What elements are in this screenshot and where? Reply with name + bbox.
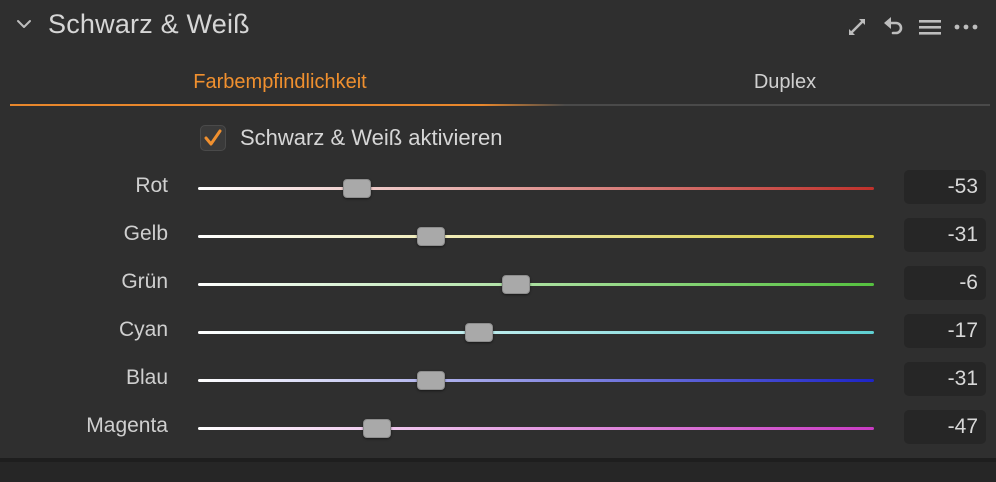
slider-thumb[interactable] xyxy=(501,275,530,294)
slider-track[interactable] xyxy=(198,187,874,190)
slider-value-field[interactable]: -31 xyxy=(904,218,986,252)
enable-bw-row: Schwarz & Weiß aktivieren xyxy=(200,122,502,154)
tab-active-indicator xyxy=(10,104,565,106)
slider-value-field[interactable]: -53 xyxy=(904,170,986,204)
slider-thumb[interactable] xyxy=(464,323,493,342)
slider-value-field[interactable]: -47 xyxy=(904,410,986,444)
enable-bw-label: Schwarz & Weiß aktivieren xyxy=(240,125,503,150)
slider-track[interactable] xyxy=(198,235,874,238)
slider-value-field[interactable]: -6 xyxy=(904,266,986,300)
slider-row-red: Rot -53 xyxy=(0,170,996,206)
tab-bar: Farbempfindlichkeit Duplex xyxy=(10,60,990,106)
enable-bw-checkbox[interactable] xyxy=(200,125,226,151)
slider-label: Blau xyxy=(125,366,168,389)
slider-row-magenta: Magenta -47 xyxy=(0,410,996,446)
slider-thumb[interactable] xyxy=(417,371,446,390)
slider-thumb[interactable] xyxy=(363,419,392,438)
slider-value-field[interactable]: -17 xyxy=(904,314,986,348)
slider-label: Rot xyxy=(135,174,168,197)
slider-label: Cyan xyxy=(118,318,168,341)
slider-track[interactable] xyxy=(198,283,874,286)
more-icon[interactable] xyxy=(953,14,979,40)
expand-icon[interactable] xyxy=(844,14,870,40)
slider-row-cyan: Cyan -17 xyxy=(0,314,996,350)
tab-farbempfindlichkeit[interactable]: Farbempfindlichkeit xyxy=(10,60,550,104)
slider-thumb[interactable] xyxy=(417,227,446,246)
slider-label: Magenta xyxy=(86,414,168,437)
slider-track[interactable] xyxy=(198,331,874,334)
slider-track[interactable] xyxy=(198,427,874,430)
slider-row-green: Grün -6 xyxy=(0,266,996,302)
slider-track[interactable] xyxy=(198,379,874,382)
panel-bottom-divider xyxy=(0,458,996,482)
slider-thumb[interactable] xyxy=(342,179,371,198)
slider-label: Gelb xyxy=(123,222,168,245)
panel-header: Schwarz & Weiß xyxy=(0,0,996,54)
reset-icon[interactable] xyxy=(880,14,906,40)
slider-row-yellow: Gelb -31 xyxy=(0,218,996,254)
black-white-panel: Schwarz & Weiß Farbempfindlichkeit Duple… xyxy=(0,0,996,458)
slider-row-blue: Blau -31 xyxy=(0,362,996,398)
slider-label: Grün xyxy=(121,270,168,293)
panel-title: Schwarz & Weiß xyxy=(48,9,250,39)
menu-icon[interactable] xyxy=(917,14,943,40)
tab-duplex[interactable]: Duplex xyxy=(550,60,996,104)
slider-value-field[interactable]: -31 xyxy=(904,362,986,396)
checkmark-icon xyxy=(204,129,222,146)
chevron-down-icon[interactable] xyxy=(14,14,34,34)
